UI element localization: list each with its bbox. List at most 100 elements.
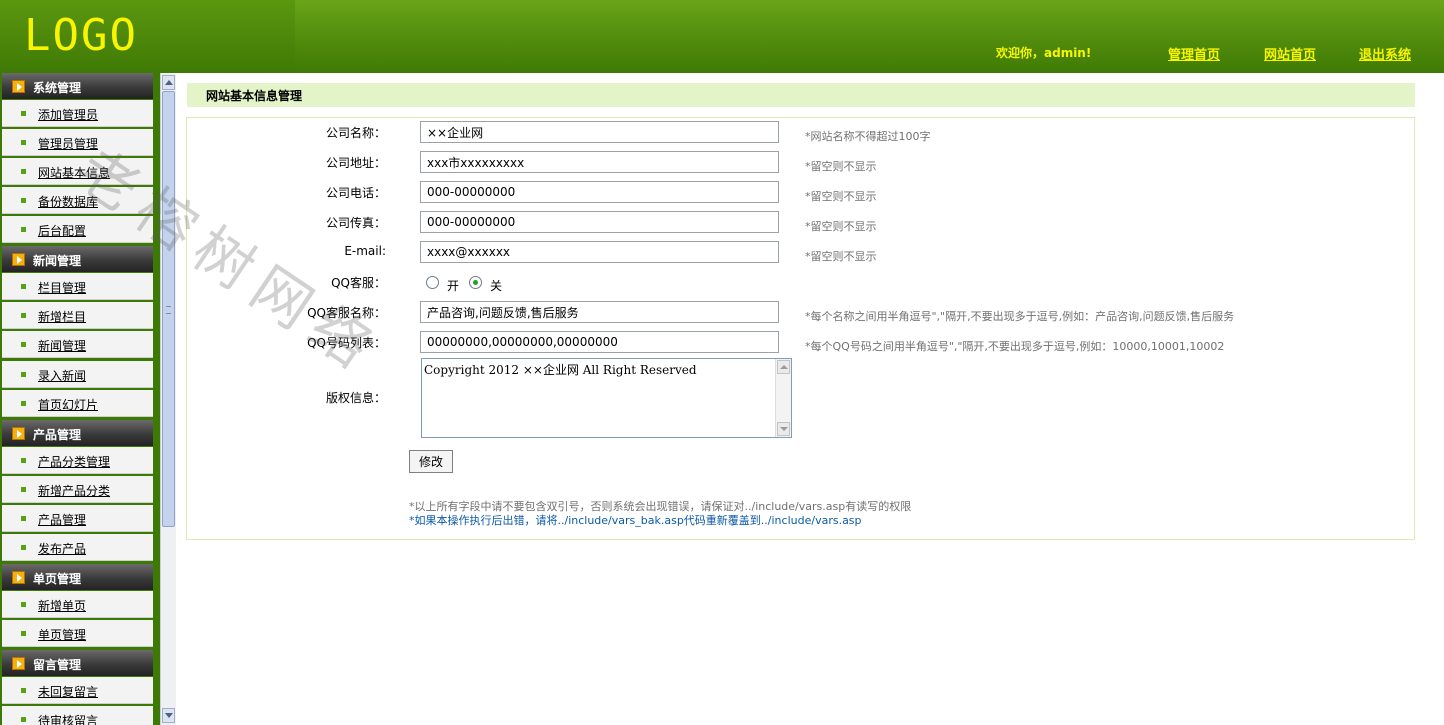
sidebar-section-products[interactable]: 产品管理: [2, 420, 153, 446]
site-home-link[interactable]: 网站首页: [1264, 44, 1316, 63]
qq-numbers-hint: *每个QQ号码之间用半角逗号","隔开,不要出现多于逗号,例如：10000,10…: [805, 340, 1225, 353]
bullet-icon: [21, 401, 26, 406]
bullet-icon: [21, 545, 26, 550]
scroll-up-icon[interactable]: [777, 360, 790, 374]
sidebar-section-label: 留言管理: [33, 658, 82, 672]
fax-hint: *留空则不显示: [805, 220, 877, 233]
sidebar-item-backup-db[interactable]: 备份数据库: [2, 187, 153, 214]
scroll-up-icon[interactable]: [162, 75, 175, 90]
sidebar-item-label[interactable]: 管理员管理: [38, 135, 98, 152]
sidebar-item-label[interactable]: 发布产品: [38, 540, 86, 557]
phone-label: 公司电话：: [325, 186, 386, 200]
bullet-icon: [21, 516, 26, 521]
scroll-down-icon[interactable]: [777, 422, 790, 436]
qq-service-off-radio[interactable]: [469, 276, 482, 289]
bullet-icon: [21, 688, 26, 693]
logout-link[interactable]: 退出系统: [1359, 44, 1411, 63]
sidebar-item-label[interactable]: 后台配置: [38, 222, 86, 239]
sidebar-item-site-info[interactable]: 网站基本信息: [2, 158, 153, 185]
address-label: 公司地址：: [325, 156, 386, 170]
sidebar-item-label[interactable]: 新闻管理: [38, 337, 86, 354]
page-title-bar: 网站基本信息管理: [187, 83, 1415, 107]
company-name-input[interactable]: [420, 121, 779, 143]
sidebar-section-pages[interactable]: 单页管理: [2, 564, 153, 590]
sidebar-item-label[interactable]: 待审核留言: [38, 712, 98, 725]
bullet-icon: [21, 372, 26, 377]
sidebar-item-column-manage[interactable]: 栏目管理: [2, 273, 153, 300]
sidebar-item-backend-config[interactable]: 后台配置: [2, 216, 153, 243]
company-name-label: 公司名称：: [325, 126, 386, 140]
sidebar-item-home-slides[interactable]: 首页幻灯片: [2, 390, 153, 417]
save-button[interactable]: 修改: [409, 450, 453, 473]
bullet-icon: [21, 140, 26, 145]
scroll-thumb[interactable]: [162, 91, 175, 527]
sidebar-section-messages[interactable]: 留言管理: [2, 650, 153, 676]
top-header: LOGO 欢迎你，admin! 管理首页 网站首页 退出系统: [0, 0, 1444, 73]
sidebar-item-label[interactable]: 未回复留言: [38, 683, 98, 700]
sidebar-item-label[interactable]: 产品分类管理: [38, 453, 110, 470]
sidebar-item-label[interactable]: 首页幻灯片: [38, 396, 98, 413]
welcome-text: 欢迎你，admin!: [996, 46, 1092, 60]
arrow-right-icon: [12, 80, 25, 93]
textarea-scrollbar[interactable]: [775, 359, 791, 437]
sidebar-item-unreplied-messages[interactable]: 未回复留言: [2, 677, 153, 704]
fax-input[interactable]: [420, 211, 779, 233]
admin-home-link[interactable]: 管理首页: [1168, 44, 1220, 63]
sidebar-item-label[interactable]: 备份数据库: [38, 193, 98, 210]
sidebar-section-system[interactable]: 系统管理: [2, 73, 153, 99]
sidebar-item-page-manage[interactable]: 单页管理: [2, 620, 153, 647]
address-hint: *留空则不显示: [805, 160, 877, 173]
sidebar-item-product-category-manage[interactable]: 产品分类管理: [2, 447, 153, 474]
sidebar-item-news-manage[interactable]: 新闻管理: [2, 331, 153, 358]
sidebar-item-pending-messages[interactable]: 待审核留言: [2, 706, 153, 725]
bullet-icon: [21, 284, 26, 289]
sidebar-item-label[interactable]: 新增单页: [38, 597, 86, 614]
sidebar-scrollbar[interactable]: [160, 73, 176, 725]
qq-names-input[interactable]: [420, 301, 779, 323]
sidebar-item-label[interactable]: 产品管理: [38, 511, 86, 528]
sidebar-section-label: 新闻管理: [33, 254, 82, 268]
sidebar-item-admin-manage[interactable]: 管理员管理: [2, 129, 153, 156]
sidebar-section-news[interactable]: 新闻管理: [2, 246, 153, 272]
sidebar-item-label[interactable]: 网站基本信息: [38, 164, 110, 181]
email-input[interactable]: [420, 241, 779, 263]
qq-numbers-label: QQ号码列表：: [307, 336, 386, 350]
company-name-hint: *网站名称不得超过100字: [805, 130, 931, 143]
bullet-icon: [21, 631, 26, 636]
email-hint: *留空则不显示: [805, 250, 877, 263]
arrow-right-icon: [12, 657, 25, 670]
qq-numbers-input[interactable]: [420, 331, 779, 353]
sidebar-item-product-manage[interactable]: 产品管理: [2, 505, 153, 532]
sidebar-item-label[interactable]: 栏目管理: [38, 279, 86, 296]
phone-input[interactable]: [420, 181, 779, 203]
sidebar-section-label: 系统管理: [33, 81, 82, 95]
page-title: 网站基本信息管理: [206, 89, 303, 103]
qq-service-on-radio[interactable]: [426, 276, 439, 289]
bullet-icon: [21, 458, 26, 463]
site-info-form: [186, 117, 1415, 540]
sidebar-item-add-product-category[interactable]: 新增产品分类: [2, 476, 153, 503]
copyright-textarea[interactable]: Copyright 2012 ××企业网 All Right Reserved: [421, 358, 792, 438]
sidebar-item-label[interactable]: 新增产品分类: [38, 482, 110, 499]
qq-service-off-label: 关: [490, 279, 503, 293]
sidebar-item-label[interactable]: 单页管理: [38, 626, 86, 643]
sidebar-item-label[interactable]: 录入新闻: [38, 367, 86, 384]
qq-names-hint: *每个名称之间用半角逗号","隔开,不要出现多于逗号,例如：产品咨询,问题反馈,…: [805, 310, 1235, 323]
sidebar-item-add-column[interactable]: 新增栏目: [2, 302, 153, 329]
sidebar-item-add-page[interactable]: 新增单页: [2, 591, 153, 618]
scroll-down-icon[interactable]: [162, 708, 175, 723]
bullet-icon: [21, 169, 26, 174]
bullet-icon: [21, 717, 26, 722]
arrow-right-icon: [12, 571, 25, 584]
email-label: E-mail:: [344, 244, 386, 258]
copyright-label: 版权信息：: [325, 391, 386, 405]
sidebar-item-add-admin[interactable]: 添加管理员: [2, 100, 153, 127]
sidebar-item-label[interactable]: 添加管理员: [38, 106, 98, 123]
sidebar-item-label[interactable]: 新增栏目: [38, 308, 86, 325]
bullet-icon: [21, 111, 26, 116]
bullet-icon: [21, 602, 26, 607]
sidebar-item-enter-news[interactable]: 录入新闻: [2, 361, 153, 388]
sidebar-item-publish-product[interactable]: 发布产品: [2, 534, 153, 561]
address-input[interactable]: [420, 151, 779, 173]
sidebar-section-label: 产品管理: [33, 428, 82, 442]
